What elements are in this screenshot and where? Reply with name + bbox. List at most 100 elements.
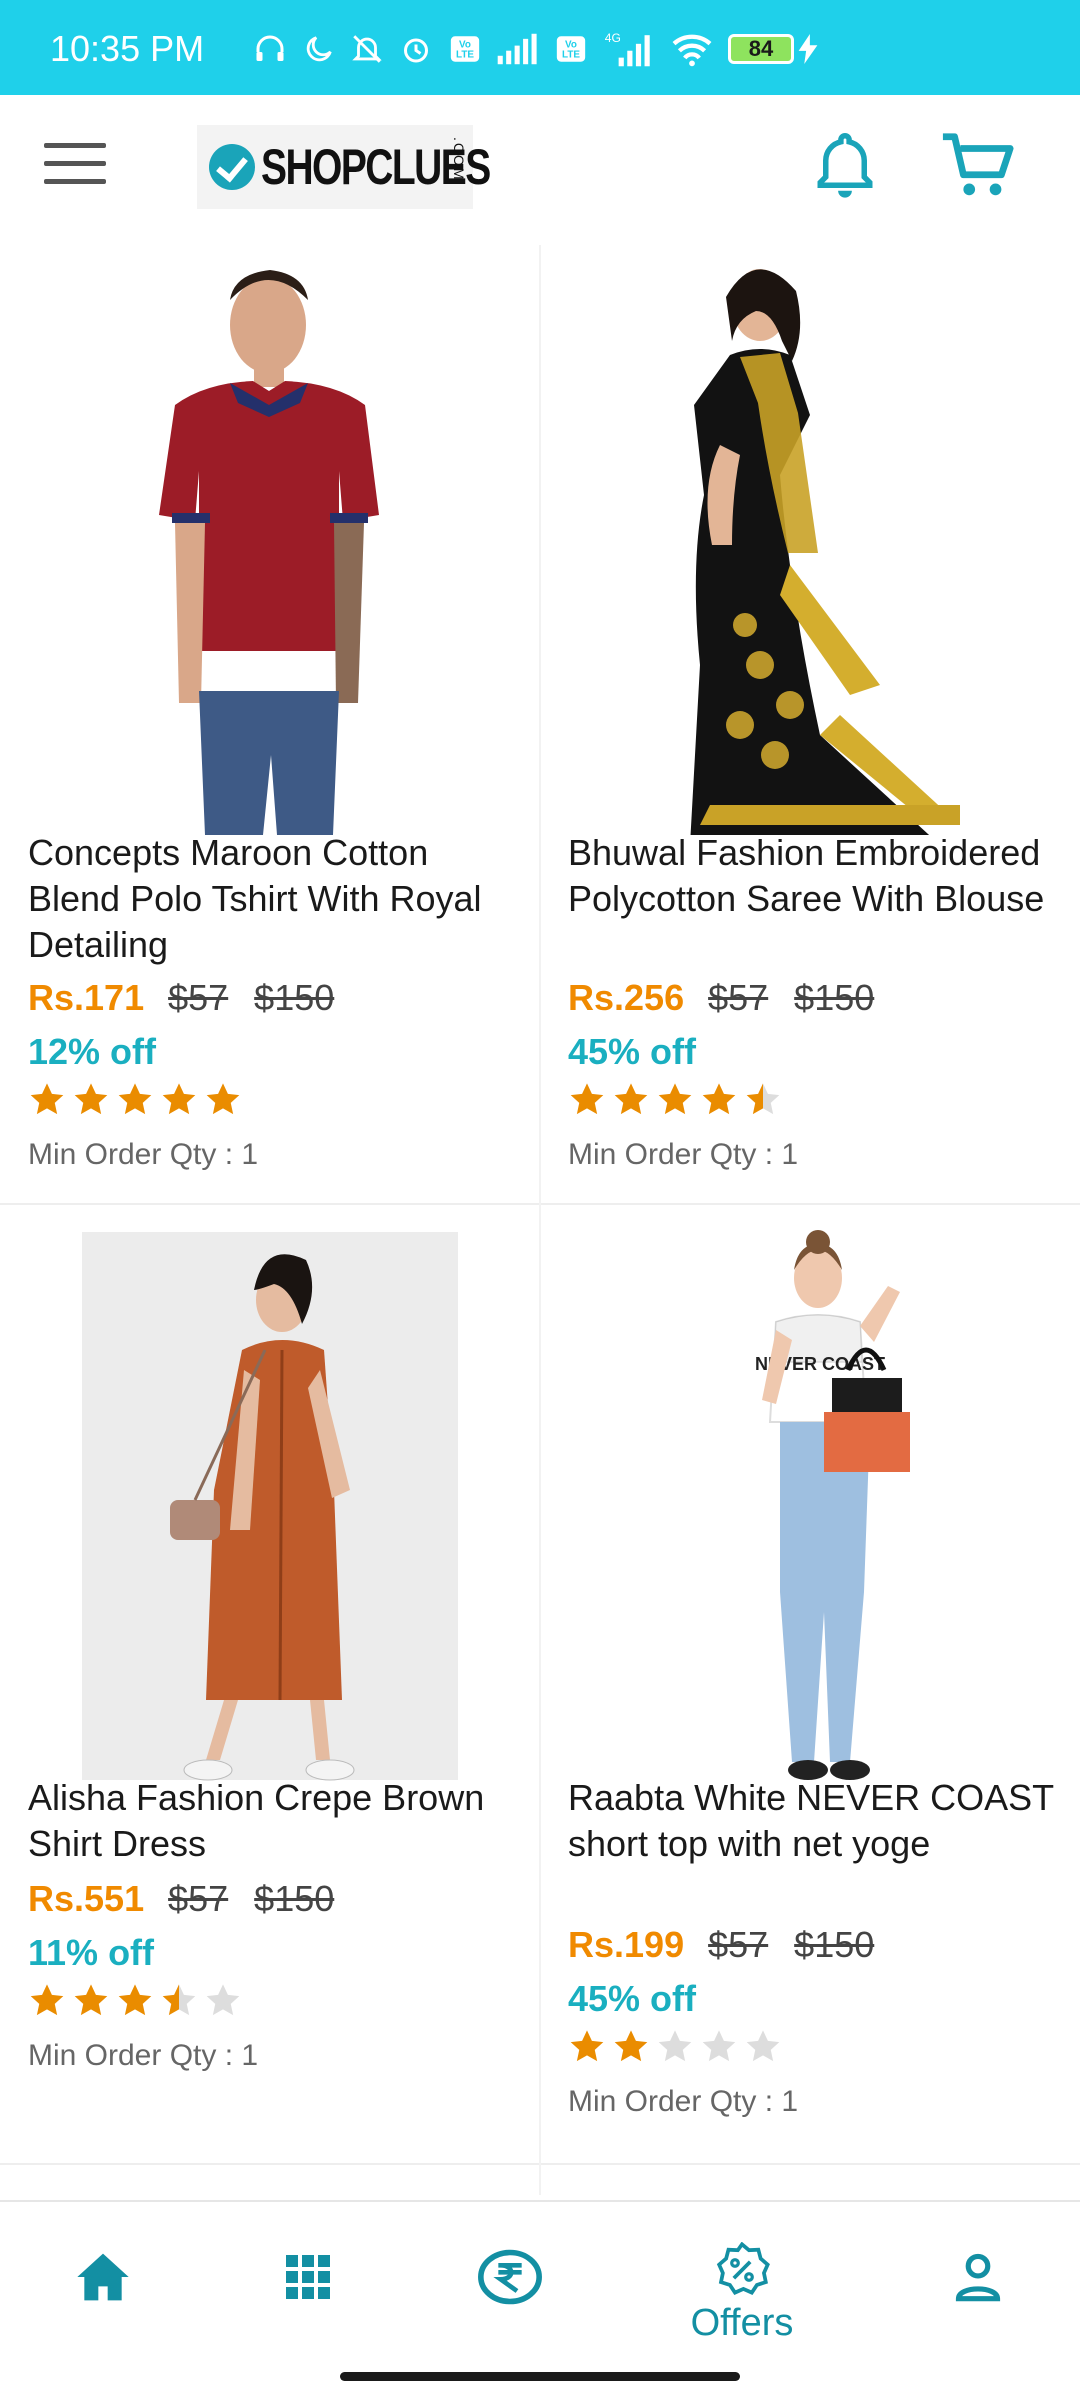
original-price: $150: [254, 1878, 335, 1919]
star-icon: [702, 1083, 736, 1115]
star-icon: [162, 1083, 196, 1115]
min-order-qty: Min Order Qty : 1: [568, 1138, 799, 1171]
status-icons: Vo LTE Vo LTE 4G 84: [252, 30, 818, 68]
rupee-icon: [477, 2249, 542, 2305]
battery-level: 84: [728, 34, 794, 64]
min-order-qty: Min Order Qty : 1: [568, 2085, 799, 2118]
star-icon: [30, 1984, 64, 2016]
star-icon: [206, 1083, 240, 1115]
product-image[interactable]: [540, 245, 1080, 845]
star-icon: [614, 1083, 648, 1115]
discount-label: 12% off: [28, 1031, 157, 1072]
offers-badge-icon: [716, 2241, 770, 2295]
star-icon: [746, 2030, 780, 2062]
rating-stars: [28, 1081, 242, 1119]
star-icon: [658, 1083, 692, 1115]
star-icon: [162, 1984, 196, 2016]
star-icon: [74, 1984, 108, 2016]
bell-off-icon: [352, 35, 382, 63]
product-title[interactable]: Alisha Fashion Crepe Brown Shirt Dress: [28, 1775, 518, 1867]
battery-icon: 84: [728, 34, 818, 64]
alarm-icon: [404, 38, 428, 63]
svg-text:LTE: LTE: [562, 50, 580, 61]
volte-icon: VoLTE: [556, 36, 586, 62]
rating-stars: [568, 2028, 782, 2066]
original-price: $57: [168, 1878, 229, 1919]
product-title[interactable]: Raabta White NEVER COAST short top with …: [568, 1775, 1058, 1867]
moon-icon: [306, 36, 332, 62]
star-icon: [30, 1083, 64, 1115]
product-card[interactable]: NEVER COAST Raabta White NEVER COAST sho…: [540, 1230, 1080, 2170]
nav-offers-label: Offers: [690, 2301, 794, 2344]
star-icon: [614, 2030, 648, 2062]
star-icon: [658, 2030, 692, 2062]
star-icon: [570, 2030, 604, 2062]
product-title[interactable]: Bhuwal Fashion Embroidered Polycotton Sa…: [568, 830, 1058, 922]
cart-button[interactable]: [940, 130, 1016, 202]
notification-bell-icon: [817, 132, 873, 198]
app-header: SHOPCLUES .COM: [0, 95, 1080, 245]
menu-button[interactable]: [44, 143, 106, 193]
volte-icon: VoLTE: [450, 36, 480, 62]
product-image[interactable]: NEVER COAST: [540, 1230, 1080, 1820]
original-price: $57: [708, 1924, 769, 1965]
discount-label: 45% off: [568, 1978, 697, 2019]
star-icon: [570, 1083, 604, 1115]
nav-home[interactable]: [40, 2202, 165, 2352]
nav-rupee[interactable]: [447, 2202, 572, 2352]
product-card[interactable]: Bhuwal Fashion Embroidered Polycotton Sa…: [540, 245, 1080, 1200]
product-price: Rs.199: [568, 1924, 685, 1965]
notification-button[interactable]: [812, 130, 878, 202]
original-price: $57: [168, 977, 229, 1018]
nav-categories[interactable]: [245, 2202, 370, 2352]
signal-icon: 4G: [605, 31, 650, 67]
price-row: Rs.171 $57 $150: [28, 977, 360, 1019]
price-row: Rs.551 $57 $150: [28, 1878, 360, 1920]
charging-icon: [798, 34, 818, 64]
star-icon: [206, 1984, 240, 2016]
home-indicator[interactable]: [340, 2372, 740, 2381]
product-price: Rs.551: [28, 1878, 145, 1919]
original-price: $150: [794, 977, 875, 1018]
min-order-qty: Min Order Qty : 1: [28, 1138, 259, 1171]
discount-label: 45% off: [568, 1031, 697, 1072]
rating-stars: [28, 1982, 242, 2020]
price-row: Rs.199 $57 $150: [568, 1924, 900, 1966]
nav-profile[interactable]: [915, 2202, 1040, 2352]
product-card[interactable]: Concepts Maroon Cotton Blend Polo Tshirt…: [0, 245, 540, 1200]
star-icon: [118, 1083, 152, 1115]
product-card[interactable]: Alisha Fashion Crepe Brown Shirt Dress R…: [0, 1230, 540, 2170]
home-icon: [76, 2253, 129, 2301]
product-price: Rs.171: [28, 977, 145, 1018]
headphones-icon: [256, 35, 284, 61]
wifi-icon: [672, 34, 712, 67]
rating-stars: [568, 1081, 782, 1119]
menu-icon: [44, 143, 106, 148]
svg-text:4G: 4G: [605, 31, 621, 45]
original-price: $150: [794, 1924, 875, 1965]
product-image[interactable]: [0, 245, 540, 835]
checkmark-icon: [209, 144, 255, 190]
product-title[interactable]: Concepts Maroon Cotton Blend Polo Tshirt…: [28, 830, 518, 968]
cart-icon: [942, 133, 1014, 196]
svg-text:LTE: LTE: [456, 50, 474, 61]
shopclues-logo[interactable]: SHOPCLUES .COM: [197, 125, 491, 209]
nav-offers[interactable]: Offers: [672, 2218, 812, 2368]
star-icon: [118, 1984, 152, 2016]
original-price: $150: [254, 977, 335, 1018]
status-time: 10:35 PM: [50, 28, 205, 69]
min-order-qty: Min Order Qty : 1: [28, 2039, 259, 2072]
product-image[interactable]: [0, 1230, 540, 1820]
logo-suffix: .COM: [451, 137, 467, 182]
categories-grid-icon: [285, 2255, 330, 2299]
signal-icon: [497, 33, 537, 65]
product-price: Rs.256: [568, 977, 685, 1018]
star-icon: [74, 1083, 108, 1115]
original-price: $57: [708, 977, 769, 1018]
discount-label: 11% off: [28, 1932, 155, 1973]
column-divider: [539, 245, 541, 2195]
status-bar: 10:35 PM Vo LTE Vo LTE 4G 84: [0, 0, 1080, 95]
star-icon: [702, 2030, 736, 2062]
price-row: Rs.256 $57 $150: [568, 977, 900, 1019]
profile-icon: [955, 2253, 1000, 2302]
